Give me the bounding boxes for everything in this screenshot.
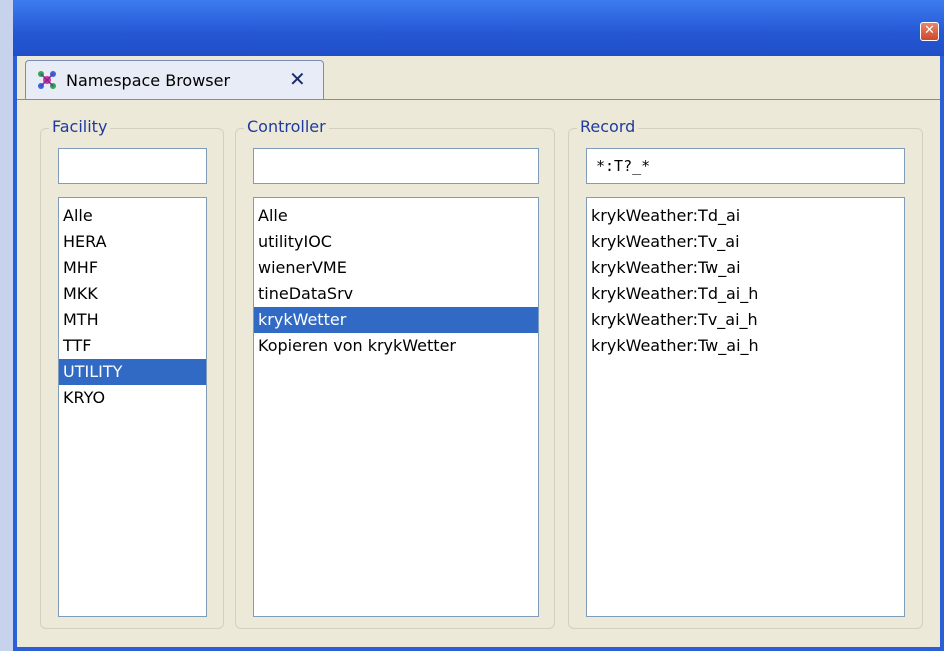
- record-list-item[interactable]: krykWeather:Tv_ai_h: [587, 307, 904, 333]
- record-list-item[interactable]: krykWeather:Tw_ai_h: [587, 333, 904, 359]
- namespace-browser-window: ✕ Namespace Browser ✕ Facility Alle HERA…: [13, 0, 944, 651]
- controller-list[interactable]: Alle utilityIOC wienerVME tineDataSrv krykWe…: [253, 197, 539, 617]
- namespace-browser-icon: [36, 69, 58, 91]
- facility-list-item[interactable]: Alle: [59, 203, 206, 229]
- facility-list-item[interactable]: KRYO: [59, 385, 206, 411]
- window-close-button[interactable]: ✕: [920, 22, 939, 41]
- tab-strip: Namespace Browser ✕: [17, 56, 940, 99]
- facility-label: Facility: [49, 117, 111, 136]
- record-list-item[interactable]: krykWeather:Td_ai: [587, 203, 904, 229]
- browser-panel: Facility Alle HERA MHF MKK MTH TTF UTILITY KRYO…: [17, 99, 940, 647]
- record-list-item[interactable]: krykWeather:Tv_ai: [587, 229, 904, 255]
- tab-label: Namespace Browser: [66, 71, 231, 90]
- window-client-area: Namespace Browser ✕ Facility Alle HERA MHF…: [17, 56, 940, 647]
- tab-close-icon[interactable]: ✕: [289, 67, 306, 91]
- controller-list-item[interactable]: Alle: [254, 203, 538, 229]
- record-label: Record: [577, 117, 639, 136]
- controller-list-item[interactable]: Kopieren von krykWetter: [254, 333, 538, 359]
- facility-filter-input[interactable]: [58, 148, 207, 184]
- controller-group: Controller Alle utilityIOC wienerVME tineDa…: [235, 117, 555, 629]
- title-bar[interactable]: ✕: [13, 0, 944, 56]
- facility-list-item[interactable]: MKK: [59, 281, 206, 307]
- facility-list-item[interactable]: UTILITY: [59, 359, 206, 385]
- record-list-item[interactable]: krykWeather:Tw_ai: [587, 255, 904, 281]
- record-list-item[interactable]: krykWeather:Td_ai_h: [587, 281, 904, 307]
- facility-group: Facility Alle HERA MHF MKK MTH TTF UTILITY KRYO: [40, 117, 224, 629]
- record-list[interactable]: krykWeather:Td_ai krykWeather:Tv_ai krykWe…: [586, 197, 905, 617]
- facility-list-item[interactable]: MHF: [59, 255, 206, 281]
- controller-list-item[interactable]: wienerVME: [254, 255, 538, 281]
- facility-list-item[interactable]: TTF: [59, 333, 206, 359]
- facility-list-item[interactable]: MTH: [59, 307, 206, 333]
- controller-list-item[interactable]: tineDataSrv: [254, 281, 538, 307]
- tab-namespace-browser[interactable]: Namespace Browser ✕: [25, 60, 324, 99]
- facility-list-item[interactable]: HERA: [59, 229, 206, 255]
- controller-list-item[interactable]: utilityIOC: [254, 229, 538, 255]
- facility-list[interactable]: Alle HERA MHF MKK MTH TTF UTILITY KRYO: [58, 197, 207, 617]
- record-filter-input[interactable]: *:T?_*: [586, 148, 905, 184]
- controller-list-item[interactable]: krykWetter: [254, 307, 538, 333]
- controller-label: Controller: [244, 117, 329, 136]
- controller-filter-input[interactable]: [253, 148, 539, 184]
- record-group: Record *:T?_* krykWeather:Td_ai krykWeath…: [568, 117, 923, 629]
